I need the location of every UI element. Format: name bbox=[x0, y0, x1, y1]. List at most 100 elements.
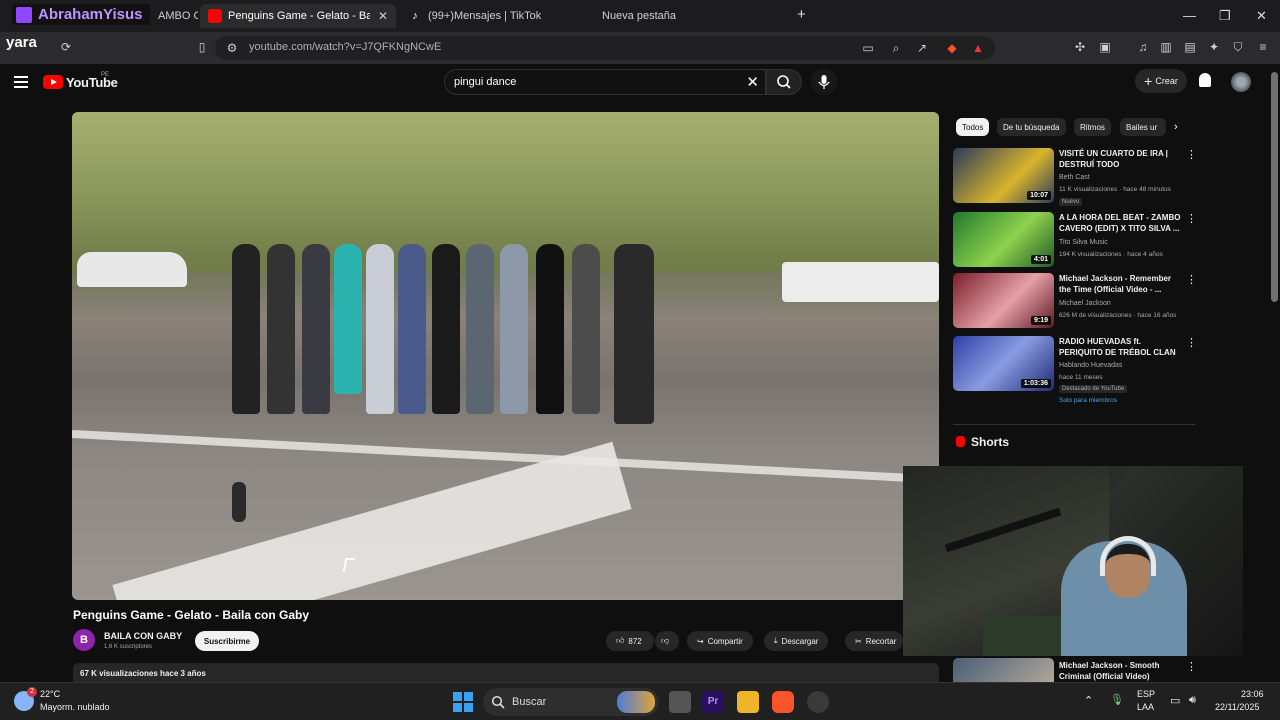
recommendation-title[interactable]: Michael Jackson - Smooth Criminal (Offic… bbox=[1059, 660, 1184, 682]
more-options-icon[interactable]: ⋮ bbox=[1186, 273, 1197, 286]
create-button[interactable]: + Crear bbox=[1135, 69, 1187, 93]
hamburger-menu-icon[interactable] bbox=[14, 76, 28, 88]
scrollbar-thumb[interactable] bbox=[1271, 72, 1278, 302]
music-icon[interactable]: ♫ bbox=[1136, 40, 1150, 54]
channel-avatar[interactable]: B bbox=[73, 629, 95, 651]
recommendation-channel[interactable]: Hablando Huevadas bbox=[1059, 362, 1122, 369]
clock-time[interactable]: 23:06 bbox=[1241, 689, 1264, 699]
like-button[interactable]: 👍︎ 872 bbox=[606, 631, 654, 651]
chevron-right-icon[interactable]: › bbox=[1174, 121, 1178, 133]
volume-icon[interactable]: 🔊︎ bbox=[1189, 694, 1196, 707]
file-explorer-icon[interactable] bbox=[737, 691, 759, 713]
premiere-pro-icon[interactable]: Pr bbox=[702, 691, 724, 713]
keyboard-layout[interactable]: LAA bbox=[1137, 702, 1154, 712]
download-button[interactable]: ⤓ Descargar bbox=[764, 631, 829, 651]
clear-search-icon[interactable]: ✕ bbox=[746, 73, 759, 91]
cast-icon[interactable]: ▭ bbox=[861, 41, 875, 55]
leo-icon[interactable]: ✦ bbox=[1207, 40, 1221, 54]
recommendation-item[interactable]: 9:19 Michael Jackson - Remember the Time… bbox=[953, 273, 1203, 333]
new-tab-icon[interactable]: + bbox=[797, 6, 806, 23]
chip-bailes[interactable]: Bailes ur bbox=[1120, 118, 1166, 136]
channel-name[interactable]: BAILA CON GABY bbox=[104, 631, 182, 641]
tray-chevron-icon[interactable]: ⌃ bbox=[1084, 694, 1093, 707]
more-options-icon[interactable]: ⋮ bbox=[1186, 148, 1197, 161]
browser-menu-icon[interactable]: ≡ bbox=[1256, 40, 1270, 54]
recommendation-title[interactable]: VISITÉ UN CUARTO DE IRA | DESTRUÍ TODO bbox=[1059, 148, 1184, 170]
url-field[interactable]: ⚙ youtube.com/watch?v=J7QFKNgNCwE ▭ ⌕ ↗ … bbox=[215, 36, 995, 60]
site-info-icon[interactable]: ⚙ bbox=[225, 41, 239, 55]
weather-temperature[interactable]: 22°C bbox=[40, 689, 60, 699]
recommendation-title[interactable]: RADIO HUEVADAS ft. PERIQUITO DE TRÉBOL C… bbox=[1059, 336, 1184, 358]
subscribe-button[interactable]: Suscribirme bbox=[195, 631, 259, 651]
bookmark-icon[interactable]: ▯ bbox=[195, 40, 209, 54]
tab-close-icon[interactable]: ✕ bbox=[378, 9, 388, 23]
notifications-bell-icon[interactable] bbox=[1199, 73, 1211, 87]
download-icon: ⤓ bbox=[774, 636, 778, 645]
more-options-icon[interactable]: ⋮ bbox=[1186, 660, 1197, 673]
dislike-button[interactable]: 👎︎ bbox=[655, 631, 679, 651]
video-thumbnail[interactable]: 4:01 bbox=[953, 212, 1054, 267]
network-icon[interactable]: ▭ bbox=[1170, 694, 1180, 707]
extensions-icon[interactable]: ✣ bbox=[1073, 40, 1087, 54]
recommendation-meta: 11 K visualizaciones · hace 48 minutos bbox=[1059, 186, 1171, 193]
weather-description[interactable]: Mayorm. nublado bbox=[40, 702, 110, 712]
chip-ritmos[interactable]: Ritmos bbox=[1074, 118, 1111, 136]
clip-button[interactable]: ✂ Recortar bbox=[845, 631, 903, 651]
close-window-icon[interactable]: ✕ bbox=[1256, 8, 1267, 24]
recommendation-item[interactable]: 10:07 VISITÉ UN CUARTO DE IRA | DESTRUÍ … bbox=[953, 148, 1203, 208]
reload-icon[interactable]: ⟳ bbox=[59, 40, 73, 54]
tiktok-favicon-icon: ♪ bbox=[412, 10, 418, 22]
screenshot-icon[interactable]: ▣ bbox=[1098, 40, 1112, 54]
search-button[interactable] bbox=[766, 69, 802, 95]
user-avatar[interactable] bbox=[1231, 72, 1251, 92]
browser-tab-strip: AbrahamYisus AMBO C Penguins Game - Gela… bbox=[0, 0, 1280, 32]
taskbar-search[interactable]: Buscar bbox=[483, 688, 659, 716]
recommendation-title[interactable]: A LA HORA DEL BEAT - ZAMBO CAVERO (EDIT)… bbox=[1059, 212, 1184, 234]
featured-badge: Destacado de YouTube bbox=[1059, 385, 1128, 393]
wallet-icon[interactable]: ▤ bbox=[1183, 40, 1197, 54]
minimize-icon[interactable]: — bbox=[1183, 8, 1196, 23]
restore-icon[interactable]: ❐ bbox=[1219, 8, 1231, 24]
vpn-icon[interactable]: ⛉ bbox=[1231, 40, 1245, 54]
youtube-logo-text[interactable]: YouTube bbox=[66, 75, 118, 90]
brave-rewards-icon[interactable]: ▲ bbox=[971, 41, 985, 55]
video-player[interactable] bbox=[72, 112, 939, 600]
description-box[interactable]: 67 K visualizaciones hace 3 años bbox=[73, 663, 939, 683]
tab-new[interactable]: Nueva pestaña bbox=[594, 4, 784, 28]
share-button[interactable]: ↪ Compartir bbox=[687, 631, 753, 651]
video-thumbnail[interactable] bbox=[953, 658, 1054, 682]
share-icon[interactable]: ↗ bbox=[915, 41, 929, 55]
recommendation-item[interactable]: 1:03:36 RADIO HUEVADAS ft. PERIQUITO DE … bbox=[953, 336, 1203, 408]
recommendation-title[interactable]: Michael Jackson - Remember the Time (Off… bbox=[1059, 273, 1184, 295]
video-thumbnail[interactable]: 9:19 bbox=[953, 273, 1054, 328]
brave-browser-icon[interactable] bbox=[772, 691, 794, 713]
streamer-name: AbrahamYisus bbox=[38, 6, 143, 23]
windows-start-icon[interactable] bbox=[453, 692, 473, 712]
recommendation-channel[interactable]: Beth Cast bbox=[1059, 174, 1090, 181]
task-view-icon[interactable] bbox=[669, 691, 691, 713]
recommendation-item[interactable]: 4:01 A LA HORA DEL BEAT - ZAMBO CAVERO (… bbox=[953, 212, 1203, 272]
obs-icon[interactable] bbox=[807, 691, 829, 713]
recommendation-item[interactable]: Michael Jackson - Smooth Criminal (Offic… bbox=[953, 658, 1203, 682]
clock-date[interactable]: 22/11/2025 bbox=[1215, 702, 1259, 712]
zoom-icon[interactable]: ⌕ bbox=[889, 41, 903, 55]
video-thumbnail[interactable]: 10:07 bbox=[953, 148, 1054, 203]
tab-tiktok[interactable]: ♪ (99+)Mensajes | TikTok bbox=[400, 4, 590, 28]
video-thumbnail[interactable]: 1:03:36 bbox=[953, 336, 1054, 391]
sidebar-icon[interactable]: ▥ bbox=[1159, 40, 1173, 54]
chip-de-tu-busqueda[interactable]: De tu búsqueda bbox=[997, 118, 1066, 136]
tray-mic-icon[interactable]: 🎙︎ bbox=[1110, 693, 1124, 706]
chip-todos[interactable]: Todos bbox=[956, 118, 990, 136]
brave-shield-icon[interactable]: ◆ bbox=[945, 41, 959, 55]
recommendation-channel[interactable]: Tito Silva Music bbox=[1059, 239, 1108, 246]
tab-ambo[interactable]: AMBO C bbox=[150, 4, 198, 28]
search-query: pingui dance bbox=[454, 76, 517, 88]
tab-youtube-video[interactable]: Penguins Game - Gelato - Baila c ✕ bbox=[200, 4, 396, 28]
more-options-icon[interactable]: ⋮ bbox=[1186, 336, 1197, 349]
recommendation-channel[interactable]: Michael Jackson bbox=[1059, 300, 1111, 307]
youtube-logo-icon[interactable] bbox=[43, 75, 63, 89]
search-input[interactable]: pingui dance ✕ bbox=[444, 69, 766, 95]
voice-search-button[interactable] bbox=[811, 69, 837, 95]
keyboard-language[interactable]: ESP bbox=[1137, 689, 1155, 699]
more-options-icon[interactable]: ⋮ bbox=[1186, 212, 1197, 225]
